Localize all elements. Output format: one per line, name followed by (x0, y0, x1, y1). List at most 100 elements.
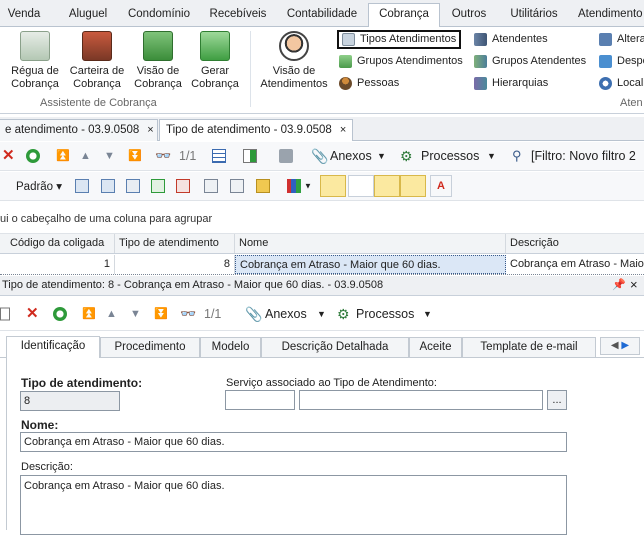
folder-icon[interactable] (256, 179, 270, 193)
visao-atendimentos-button[interactable]: Visão de Atendimentos (258, 31, 330, 91)
new-icon[interactable] (0, 307, 10, 320)
visao-cobranca-button[interactable]: Visão de Cobrança (130, 31, 186, 91)
processos-button[interactable]: Processos (421, 149, 479, 163)
chevron-down-icon[interactable]: ▼ (377, 151, 386, 161)
padrao-dropdown[interactable]: Padrão ▾ (16, 179, 62, 193)
anexos-button[interactable]: Anexos (265, 307, 307, 321)
menu-tab-atendimento[interactable]: Atendimento (578, 4, 644, 27)
layout-icon[interactable] (75, 179, 89, 193)
previous-icon[interactable]: ▲ (106, 307, 120, 321)
tipo-atendimento-field[interactable]: 8 (20, 391, 120, 411)
menu-tab-outros[interactable]: Outros (442, 4, 496, 27)
detail-title-bar: Tipo de atendimento: 8 - Cobrança em Atr… (0, 276, 644, 296)
hierarquias-button[interactable]: Hierarquias (474, 74, 548, 92)
close-icon[interactable]: × (630, 277, 638, 292)
close-icon[interactable]: × (340, 124, 346, 136)
tipos-atendimentos-button[interactable]: Tipos Atendimentos (337, 30, 462, 49)
chevron-down-icon[interactable]: ▼ (317, 309, 326, 319)
columns-icon[interactable] (101, 179, 115, 193)
first-icon[interactable]: ⏫ (56, 149, 70, 163)
view-mode-4-icon[interactable] (400, 175, 426, 197)
despesas-button[interactable]: Despe (599, 52, 644, 70)
text-format-icon[interactable]: A (430, 175, 452, 197)
grupos-atendimentos-button[interactable]: Grupos Atendimentos (339, 52, 463, 70)
next-icon[interactable]: ▼ (104, 149, 118, 163)
tab-template-email[interactable]: Template de e-mail (462, 337, 596, 357)
altera-button[interactable]: Altera (599, 30, 644, 48)
tab-aceite[interactable]: Aceite (409, 337, 462, 357)
refresh-icon[interactable] (26, 149, 40, 163)
nome-field[interactable]: Cobrança em Atraso - Maior que 60 dias. (20, 432, 567, 452)
export-icon[interactable] (243, 149, 257, 163)
attachment-icon: 📎 (311, 148, 329, 164)
first-icon[interactable]: ⏫ (82, 307, 96, 321)
column-header[interactable]: Descrição (506, 234, 644, 253)
last-icon[interactable]: ⏬ (154, 307, 168, 321)
grupos-atendentes-button[interactable]: Grupos Atendentes (474, 52, 586, 70)
import-icon[interactable] (151, 179, 165, 193)
delete-icon[interactable]: ✕ (26, 306, 39, 321)
pessoas-button[interactable]: Pessoas (339, 74, 399, 92)
servico-name-field[interactable] (299, 390, 543, 410)
sort-icon[interactable] (204, 179, 218, 193)
column-header[interactable]: Tipo de atendimento (115, 234, 235, 253)
chevron-down-icon[interactable]: ▼ (423, 309, 432, 319)
gerar-cobranca-button[interactable]: Gerar Cobrança (188, 31, 242, 91)
delete-icon[interactable]: ✕ (2, 148, 15, 163)
localizar-button[interactable]: Locali (599, 74, 644, 92)
atendentes-button[interactable]: Atendentes (474, 30, 548, 48)
processos-button[interactable]: Processos (356, 307, 414, 321)
sum-icon[interactable] (230, 179, 244, 193)
alter-icon (599, 32, 612, 46)
servico-code-field[interactable] (225, 390, 295, 410)
table-row[interactable]: 1 8 Cobrança em Atraso - Maior que 60 di… (0, 255, 644, 275)
view-mode-1-icon[interactable] (320, 175, 346, 197)
menu-tab-aluguel[interactable]: Aluguel (52, 4, 124, 27)
menu-tab-contabilidade[interactable]: Contabilidade (279, 4, 365, 27)
binoculars-icon[interactable]: 👓 (155, 149, 171, 163)
print-icon[interactable] (279, 149, 293, 163)
chart-icon[interactable] (287, 179, 301, 193)
export-red-icon[interactable] (176, 179, 190, 193)
next-icon[interactable]: ▼ (130, 307, 144, 321)
scroll-right-icon[interactable]: ▶ (621, 340, 629, 351)
binoculars-icon[interactable]: 👓 (180, 306, 196, 321)
carteira-cobranca-button[interactable]: Carteira de Cobrança (66, 31, 128, 91)
chevron-down-icon[interactable]: ▼ (304, 182, 312, 191)
pin-icon[interactable]: 📌 (612, 278, 626, 291)
close-icon[interactable]: × (147, 124, 153, 136)
descricao-field[interactable]: Cobrança em Atraso - Maior que 60 dias. (20, 475, 567, 535)
menu-tab-recebiveis[interactable]: Recebíveis (201, 4, 275, 27)
filter-icon[interactable]: ⚲ (512, 149, 526, 163)
previous-icon[interactable]: ▲ (80, 149, 94, 163)
view-mode-2-icon[interactable] (348, 175, 374, 197)
attendants-icon (474, 32, 487, 46)
column-header[interactable]: Código da coligada (0, 234, 115, 253)
tab-modelo[interactable]: Modelo (200, 337, 261, 357)
doc-tab-tipo-atendimento[interactable]: Tipo de atendimento - 03.9.0508 × (159, 119, 353, 141)
refresh-icon[interactable] (53, 306, 67, 321)
tab-procedimento[interactable]: Procedimento (100, 337, 200, 357)
headset-icon (279, 31, 309, 61)
view-toolbar: Padrão ▾ ▼ A (0, 172, 644, 201)
scroll-left-icon[interactable]: ◀ (611, 340, 619, 351)
menu-tab-venda[interactable]: Venda (0, 4, 48, 27)
anexos-button[interactable]: Anexos (330, 149, 372, 163)
filter-label[interactable]: [Filtro: Novo filtro 2 (531, 149, 636, 163)
menu-tab-utilitarios[interactable]: Utilitários (499, 4, 569, 27)
expense-icon (599, 54, 612, 68)
tab-descricao-detalhada[interactable]: Descrição Detalhada (261, 337, 409, 357)
ribbon-separator (250, 31, 251, 107)
menu-tab-condominio[interactable]: Condomínio (124, 4, 194, 27)
servico-lookup-button[interactable]: ... (547, 390, 567, 410)
column-header[interactable]: Nome (235, 234, 506, 253)
grid-view-icon[interactable] (212, 149, 226, 163)
menu-tab-cobranca[interactable]: Cobrança (368, 3, 440, 27)
rows-icon[interactable] (126, 179, 140, 193)
chevron-down-icon[interactable]: ▼ (487, 151, 496, 161)
tab-identificacao[interactable]: Identificação (6, 336, 100, 358)
last-icon[interactable]: ⏬ (128, 149, 142, 163)
regua-cobranca-button[interactable]: Régua de Cobrança (6, 31, 64, 91)
doc-tab-atendimento[interactable]: e atendimento - 03.9.0508 × (0, 119, 158, 141)
view-mode-3-icon[interactable] (374, 175, 400, 197)
